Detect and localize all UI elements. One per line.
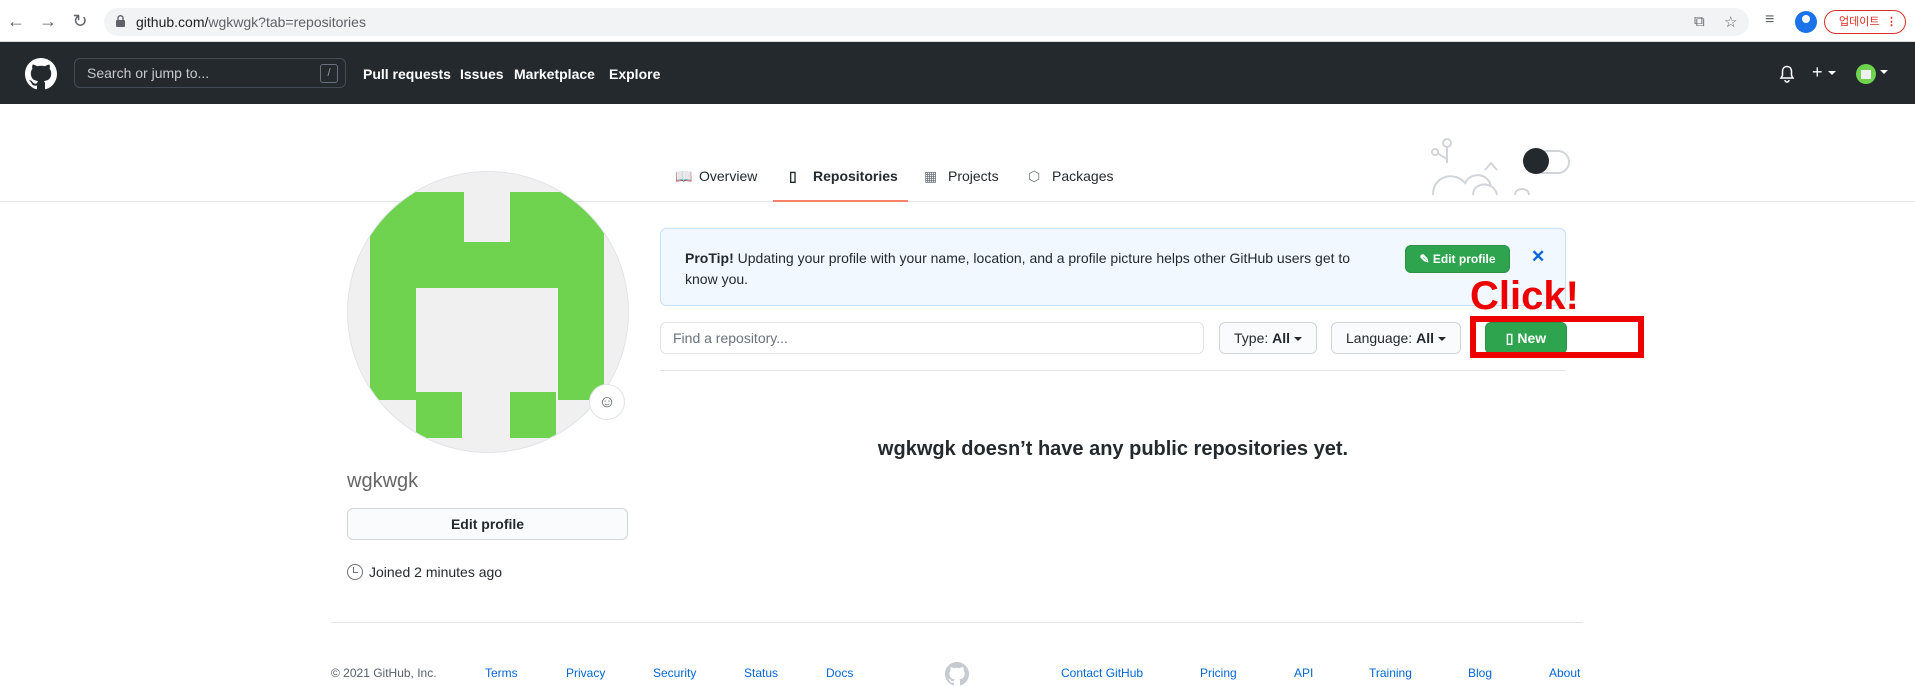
click-annotation-box [1470, 316, 1644, 358]
footer-link-pricing[interactable]: Pricing [1200, 666, 1237, 680]
footer-link-security[interactable]: Security [653, 666, 696, 680]
type-filter-dropdown[interactable]: Type: All [1219, 322, 1317, 354]
vertical-dots-icon: ⋮ [1886, 16, 1897, 28]
protip-label: ProTip! [685, 250, 734, 266]
footer-link-blog[interactable]: Blog [1468, 666, 1492, 680]
user-avatar-menu[interactable] [1856, 64, 1876, 84]
footer-link-contact[interactable]: Contact GitHub [1061, 666, 1143, 680]
back-arrow-icon[interactable]: ← [6, 11, 26, 31]
tab-label: Repositories [813, 168, 898, 184]
bell-icon[interactable] [1779, 65, 1795, 83]
search-shortcut-key: / [320, 64, 338, 83]
language-filter-label: Language: [1346, 330, 1413, 346]
header-search: / [74, 58, 346, 88]
repo-icon: ▯ [789, 168, 797, 184]
protip-edit-profile-button[interactable]: ✎ Edit profile [1405, 245, 1510, 273]
caret-down-icon[interactable] [1880, 61, 1888, 82]
protip-text: ProTip! Updating your profile with your … [685, 248, 1375, 290]
language-filter-value: All [1416, 330, 1434, 346]
tab-packages[interactable]: ⬡ Packages [1028, 166, 1113, 202]
github-mark-icon[interactable] [945, 662, 969, 686]
footer-link-about[interactable]: About [1549, 666, 1580, 680]
tab-label: Projects [948, 168, 999, 184]
profile-avatar[interactable] [347, 171, 629, 453]
protip-body: Updating your profile with your name, lo… [685, 250, 1351, 287]
dark-mode-toggle [1523, 148, 1549, 174]
language-filter-dropdown[interactable]: Language: All [1331, 322, 1461, 354]
pencil-icon: ✎ [1419, 252, 1430, 266]
browser-update-button[interactable]: 업데이트 ⋮ [1824, 10, 1906, 34]
browser-profile-avatar[interactable] [1795, 11, 1817, 33]
protip-banner: ProTip! Updating your profile with your … [660, 228, 1566, 306]
site-header: / Pull requests Issues Marketplace Explo… [0, 42, 1915, 104]
footer-copyright: © 2021 GitHub, Inc. [331, 666, 437, 680]
lock-icon [116, 15, 125, 27]
set-status-smiley-icon[interactable]: ☺ [589, 384, 625, 420]
reload-icon[interactable]: ↻ [70, 11, 90, 31]
nav-explore[interactable]: Explore [609, 66, 660, 82]
project-icon: ▦ [924, 168, 938, 184]
tab-label: Packages [1052, 168, 1114, 184]
tab-projects[interactable]: ▦ Projects [924, 166, 999, 202]
nav-pull-requests[interactable]: Pull requests [363, 66, 451, 82]
caret-down-icon [1437, 337, 1446, 342]
footer-link-status[interactable]: Status [744, 666, 778, 680]
package-icon: ⬡ [1028, 168, 1041, 184]
github-logo-icon[interactable] [25, 58, 57, 90]
caret-down-icon [1293, 337, 1302, 342]
nav-issues[interactable]: Issues [460, 66, 504, 82]
caret-down-icon [1827, 71, 1836, 76]
close-icon[interactable]: ✕ [1531, 247, 1545, 267]
clock-icon [347, 564, 363, 580]
nav-marketplace[interactable]: Marketplace [514, 66, 595, 82]
plus-icon: + [1812, 62, 1823, 82]
star-icon[interactable]: ☆ [1724, 13, 1737, 31]
address-bar[interactable]: github.com/wgkwgk?tab=repositories ⧉ ☆ [104, 8, 1749, 36]
footer-link-training[interactable]: Training [1369, 666, 1412, 680]
footer-divider [331, 622, 1583, 623]
browser-toolbar: ← → ↻ github.com/wgkwgk?tab=repositories… [0, 0, 1915, 42]
footer-link-terms[interactable]: Terms [485, 666, 518, 680]
footer-link-privacy[interactable]: Privacy [566, 666, 605, 680]
book-icon: 📖 [675, 168, 693, 184]
forward-arrow-icon[interactable]: → [38, 11, 58, 31]
joined-text: Joined 2 minutes ago [369, 564, 503, 580]
type-filter-label: Type: [1234, 330, 1269, 346]
profile-username: wgkwgk [347, 470, 419, 492]
tab-overview[interactable]: 📖 Overview [675, 166, 757, 202]
protip-edit-profile-label: Edit profile [1432, 252, 1496, 266]
tab-repositories[interactable]: ▯ Repositories [773, 166, 908, 202]
tab-label: Overview [699, 168, 758, 184]
url-text: github.com/wgkwgk?tab=repositories [136, 14, 366, 30]
search-input[interactable] [75, 59, 305, 87]
footer-link-docs[interactable]: Docs [826, 666, 853, 680]
click-annotation-label: Click! [1470, 274, 1579, 318]
create-new-menu[interactable]: + [1812, 62, 1836, 83]
type-filter-value: All [1272, 330, 1291, 346]
edit-profile-button[interactable]: Edit profile [347, 508, 628, 540]
footer-link-api[interactable]: API [1294, 666, 1313, 680]
find-repository-input[interactable] [660, 322, 1204, 354]
empty-repositories-message: wgkwgk doesn’t have any public repositor… [877, 438, 1349, 460]
joined-date: Joined 2 minutes ago [347, 564, 502, 580]
translate-icon[interactable]: ⧉ [1694, 13, 1705, 30]
media-control-icon[interactable]: ≡ [1765, 11, 1774, 29]
list-divider [660, 370, 1566, 371]
octocat-illustration [1431, 138, 1570, 196]
